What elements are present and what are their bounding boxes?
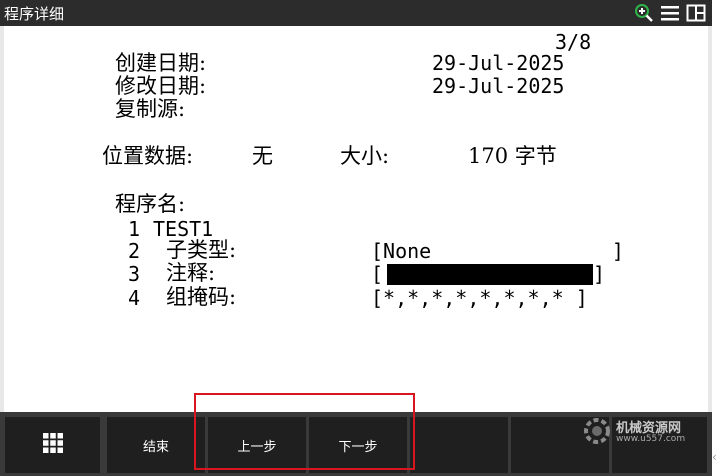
comment-field-open[interactable]: [ xyxy=(371,264,383,284)
softkey-f5[interactable] xyxy=(410,417,508,473)
row-number: 3 xyxy=(128,262,141,286)
subtype-field[interactable]: [None ] xyxy=(371,241,624,261)
end-button[interactable]: 结束 xyxy=(107,417,205,473)
window-title: 程序详细 xyxy=(4,5,65,23)
grid-menu-button[interactable] xyxy=(5,417,100,473)
menu-lines-icon[interactable] xyxy=(660,3,680,23)
comment-label: 注释: xyxy=(166,261,216,285)
group-mask-label: 组掩码: xyxy=(166,285,237,309)
size-label: 大小: xyxy=(340,144,390,168)
row-number: 1 xyxy=(128,217,141,241)
created-date-value: 29-Jul-2025 xyxy=(432,51,565,75)
next-button[interactable]: 下一步 xyxy=(309,417,407,473)
watermark-url: www.u557.com xyxy=(616,434,686,444)
row-number: 4 xyxy=(128,286,141,310)
created-date-label: 创建日期: xyxy=(115,51,207,75)
position-data-label: 位置数据: xyxy=(102,144,194,168)
split-view-icon[interactable] xyxy=(686,3,706,23)
subtype-label: 子类型: xyxy=(166,238,237,262)
program-name-label: 程序名: xyxy=(115,192,186,216)
title-icons xyxy=(634,3,706,23)
copy-source-label: 复制源: xyxy=(115,97,186,121)
watermark: 机械资源网 www.u557.com xyxy=(580,414,700,448)
comment-field-redacted[interactable] xyxy=(387,264,593,285)
modified-date-value: 29-Jul-2025 xyxy=(432,74,565,98)
watermark-gear-icon xyxy=(584,418,610,444)
chevron-left-icon[interactable]: ‹ xyxy=(712,450,722,468)
position-data-value: 无 xyxy=(252,144,273,168)
title-bar: 程序详细 xyxy=(0,0,712,26)
teach-pendant-screen: 程序详细 3/8 创建日期: 29-Jul-2025 修改日期: 29-Jul-… xyxy=(0,0,712,476)
program-detail-panel: 3/8 创建日期: 29-Jul-2025 修改日期: 29-Jul-2025 … xyxy=(4,26,708,412)
modified-date-label: 修改日期: xyxy=(115,74,207,98)
page-indicator: 3/8 xyxy=(555,30,592,54)
program-name-value[interactable]: TEST1 xyxy=(153,219,213,239)
grid-menu-icon xyxy=(42,432,64,458)
group-mask-field[interactable]: [*,*,*,*,*,*,*,* ] xyxy=(371,288,588,308)
prev-button[interactable]: 上一步 xyxy=(208,417,306,473)
row-number: 2 xyxy=(128,239,141,263)
zoom-in-icon[interactable] xyxy=(634,3,654,23)
comment-field-close[interactable]: ] xyxy=(593,264,605,284)
size-value: 170 字节 xyxy=(468,144,557,168)
